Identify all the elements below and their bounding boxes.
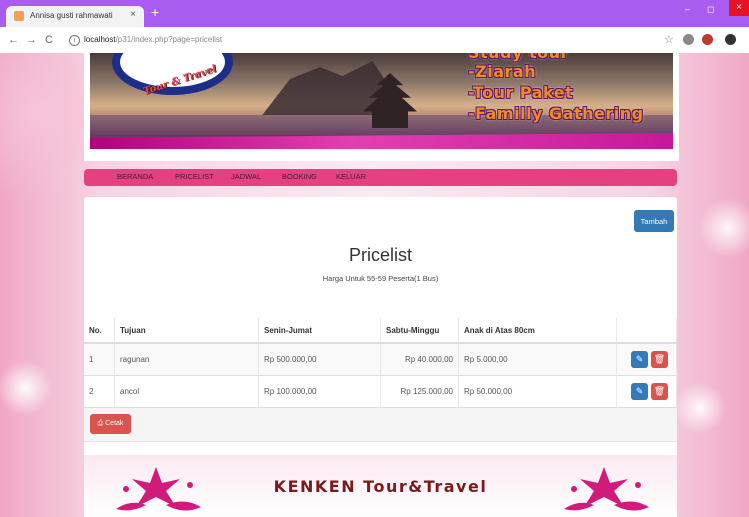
cell-senin-jumat: Rp 500.000,00	[258, 342, 381, 376]
column-header	[616, 318, 677, 344]
cell-tujuan: ragunan	[114, 342, 259, 376]
banner-line-1: Study tour	[468, 53, 569, 62]
column-header: Anak di Atas 80cm	[458, 318, 617, 344]
cell-senin-jumat: Rp 100.000,00	[258, 375, 381, 407]
edit-icon[interactable]: ✎	[631, 383, 648, 400]
cell-no: 2	[84, 375, 115, 407]
delete-icon[interactable]: 🗑	[651, 351, 668, 368]
reload-icon[interactable]: C	[45, 34, 53, 46]
bookmark-star-icon[interactable]: ☆	[664, 33, 674, 46]
browser-titlebar: Annisa gusti rahmawati × + ‒ ◻ ×	[0, 0, 749, 27]
cell-anak: Rp 5.000,00	[458, 342, 617, 376]
edit-icon[interactable]: ✎	[631, 351, 648, 368]
url-path: /p31/index.php?page=pricelist	[115, 35, 223, 44]
tab-favicon-icon	[14, 11, 24, 21]
column-header: Sabtu-Minggu	[380, 318, 459, 344]
table-row: 1 ragunan Rp 500.000,00 Rp 40.000,00 Rp …	[84, 342, 677, 376]
cell-actions: ✎ 🗑	[616, 375, 677, 407]
header-banner: Tour & Travel Study tour -Ziarah -Tour P…	[90, 53, 673, 149]
divider	[84, 441, 677, 442]
cell-anak: Rp 50.000,00	[458, 375, 617, 407]
column-header: No.	[84, 318, 115, 344]
profile-avatar-icon[interactable]	[725, 34, 736, 45]
page-title: Pricelist	[348, 245, 412, 265]
url-host: localhost	[84, 35, 116, 44]
nav-item-keluar[interactable]: KELUAR	[336, 172, 366, 181]
cell-no: 1	[84, 342, 115, 376]
content-panel: Tambah Pricelist Harga Untuk 55-59 Peser…	[84, 197, 677, 498]
new-tab-button[interactable]: +	[151, 4, 159, 20]
banner-line-4: -Familly Gathering	[468, 104, 644, 123]
tab-close-icon[interactable]: ×	[130, 9, 136, 20]
page-viewport: Tour & Travel Study tour -Ziarah -Tour P…	[0, 53, 749, 517]
print-button[interactable]: ⎙ Cetak	[90, 414, 131, 434]
site-info-icon[interactable]: i	[69, 35, 80, 46]
add-button[interactable]: Tambah	[634, 210, 674, 232]
banner-stripe	[90, 133, 673, 149]
flower-ornament-right-icon	[564, 467, 649, 511]
nav-item-booking[interactable]: BOOKING	[282, 172, 317, 181]
cell-actions: ✎ 🗑	[616, 342, 677, 376]
footer-banner: KENKEN Tour&Travel	[84, 455, 677, 517]
nav-item-jadwal[interactable]: JADWAL	[231, 172, 261, 181]
column-header: Tujuan	[114, 318, 259, 344]
nav-item-beranda[interactable]: BERANDA	[117, 172, 153, 181]
extension-red-icon[interactable]	[702, 34, 713, 45]
table-header-row: No. Tujuan Senin-Jumat Sabtu-Minggu Anak…	[84, 318, 677, 344]
table-row: 2 ancol Rp 100.000,00 Rp 125.000,00 Rp 5…	[84, 375, 677, 407]
minimize-icon[interactable]: ‒	[685, 4, 690, 14]
print-icon: ⎙	[97, 420, 104, 427]
banner-line-3: -Tour Paket	[468, 83, 574, 102]
cell-tujuan: ancol	[114, 375, 259, 407]
address-bar[interactable]: localhost/p31/index.php?page=pricelist	[84, 35, 222, 44]
pricelist-table: No. Tujuan Senin-Jumat Sabtu-Minggu Anak…	[84, 318, 677, 407]
forward-icon[interactable]: →	[26, 34, 37, 46]
maximize-icon[interactable]: ◻	[707, 4, 714, 15]
banner-line-2: -Ziarah	[468, 62, 537, 81]
print-button-label: Cetak	[105, 420, 124, 427]
column-header: Senin-Jumat	[258, 318, 381, 344]
main-navbar: BERANDA PRICELIST JADWAL BOOKING KELUAR	[84, 169, 677, 186]
tab-title: Annisa gusti rahmawati	[30, 11, 113, 20]
browser-tab[interactable]: Annisa gusti rahmawati ×	[6, 6, 144, 27]
extension-icon[interactable]	[683, 34, 694, 45]
print-row: ⎙ Cetak	[84, 407, 677, 442]
browser-toolbar: ← → C i localhost/p31/index.php?page=pri…	[0, 27, 749, 54]
nav-item-pricelist[interactable]: PRICELIST	[175, 172, 214, 181]
back-icon[interactable]: ←	[8, 34, 19, 46]
cell-sabtu-minggu: Rp 40.000,00	[380, 342, 459, 376]
page-subtitle: Harga Untuk 55-59 Peserta(1 Bus)	[322, 274, 439, 283]
delete-icon[interactable]: 🗑	[651, 383, 668, 400]
close-window-icon[interactable]: ×	[729, 0, 749, 16]
cell-sabtu-minggu: Rp 125.000,00	[380, 375, 459, 407]
